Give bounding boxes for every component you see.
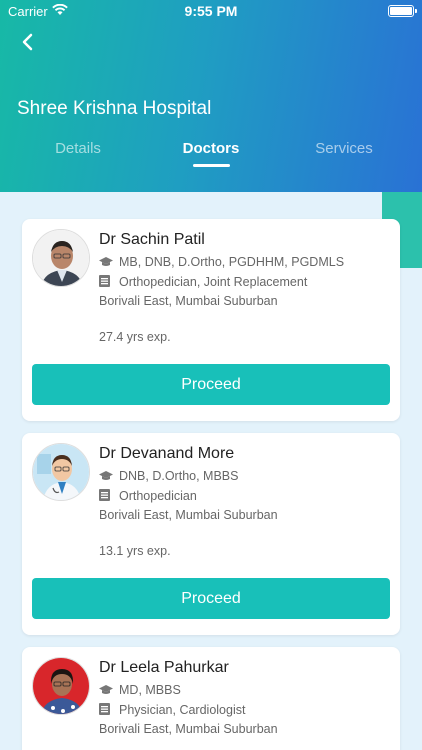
doctor-qualification: DNB, D.Ortho, MBBS [99, 469, 238, 484]
doctor-qualification-text: MB, DNB, D.Ortho, PGDHHM, PGDMLS [119, 255, 345, 269]
doctor-speciality-text: Orthopedician [119, 489, 197, 503]
battery-icon [388, 5, 417, 17]
doctor-name: Dr Leela Pahurkar [99, 659, 229, 676]
proceed-button[interactable]: Proceed [32, 364, 390, 405]
doctor-experience: 27.4 yrs exp. [99, 330, 171, 344]
doctor-card[interactable]: Dr Sachin Patil MB, DNB, D.Ortho, PGDHHM… [22, 219, 400, 421]
back-button[interactable] [16, 30, 40, 54]
chevron-left-icon [22, 33, 33, 51]
doctor-qualification: MB, DNB, D.Ortho, PGDHHM, PGDMLS [99, 255, 344, 270]
doctor-name: Dr Devanand More [99, 445, 235, 462]
status-bar: Carrier 9:55 PM [0, 0, 422, 22]
graduation-cap-icon [99, 256, 115, 270]
doctor-name: Dr Sachin Patil [99, 231, 205, 248]
document-icon [99, 489, 115, 504]
doctor-experience: 13.1 yrs exp. [99, 544, 171, 558]
graduation-cap-icon [99, 684, 115, 698]
doctor-location: Borivali East, Mumbai Suburban [99, 508, 278, 522]
doctor-qualification-text: MD, MBBS [119, 683, 181, 697]
graduation-cap-icon [99, 470, 115, 484]
tab-details[interactable]: Details [18, 140, 138, 157]
tab-doctors[interactable]: Doctors [151, 140, 271, 157]
doctor-avatar [32, 443, 90, 501]
doctor-avatar [32, 657, 90, 715]
doctor-speciality-text: Physician, Cardiologist [119, 703, 246, 717]
doctor-speciality: Orthopedician, Joint Replacement [99, 275, 307, 290]
doctor-speciality: Orthopedician [99, 489, 197, 504]
page-title: Shree Krishna Hospital [17, 98, 212, 119]
tab-services[interactable]: Services [284, 140, 404, 157]
doctor-speciality-text: Orthopedician, Joint Replacement [119, 275, 308, 289]
doctor-location: Borivali East, Mumbai Suburban [99, 294, 278, 308]
tab-active-indicator [193, 164, 230, 167]
doctor-speciality: Physician, Cardiologist [99, 703, 245, 718]
doctor-card[interactable]: Dr Leela Pahurkar MD, MBBS Physician, Ca… [22, 647, 400, 750]
proceed-button[interactable]: Proceed [32, 578, 390, 619]
doctor-qualification-text: DNB, D.Ortho, MBBS [119, 469, 239, 483]
document-icon [99, 275, 115, 290]
doctor-qualification: MD, MBBS [99, 683, 181, 698]
doctor-location: Borivali East, Mumbai Suburban [99, 722, 278, 736]
doctor-card[interactable]: Dr Devanand More DNB, D.Ortho, MBBS Orth… [22, 433, 400, 635]
document-icon [99, 703, 115, 718]
doctor-avatar [32, 229, 90, 287]
status-time: 9:55 PM [184, 3, 238, 19]
